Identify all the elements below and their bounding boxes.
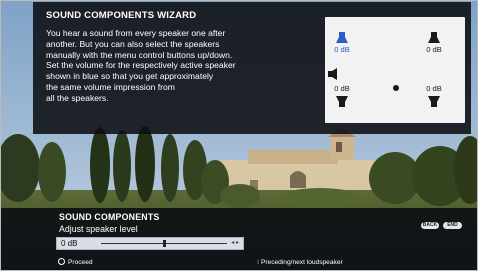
screen-border [0, 0, 478, 271]
tv-screen: SOUND COMPONENTS WIZARD You hear a sound… [0, 0, 478, 271]
